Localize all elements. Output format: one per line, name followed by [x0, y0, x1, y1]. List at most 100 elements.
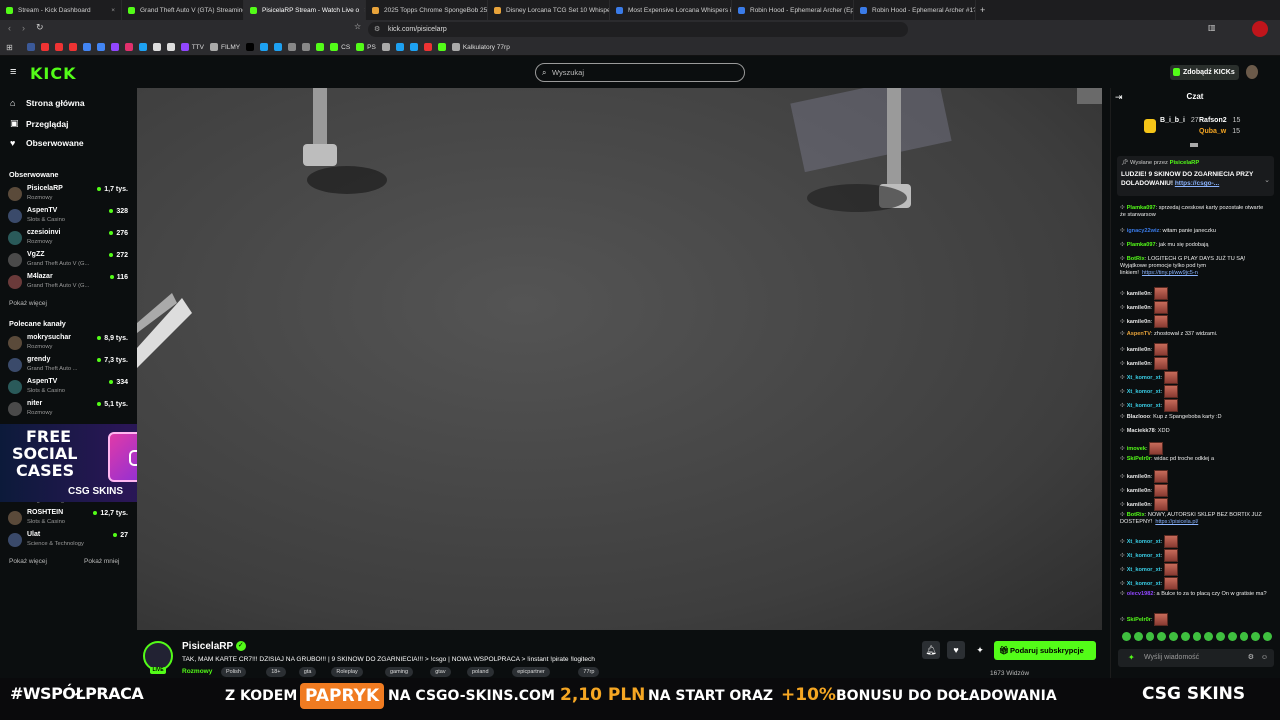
bookmark-item[interactable]: [260, 43, 269, 51]
bookmark-star-icon[interactable]: ☆: [354, 22, 361, 31]
chat-link[interactable]: https://tiny.pl/ww9jc5-n: [1142, 270, 1198, 276]
bookmark-item[interactable]: [96, 43, 105, 51]
quick-emote-icon[interactable]: [1216, 632, 1225, 641]
bookmark-item[interactable]: [26, 43, 35, 51]
top-gifter[interactable]: Quba_w 15: [1199, 128, 1240, 135]
stream-tag[interactable]: gta: [298, 667, 317, 677]
sidebar-channel[interactable]: PisicelaRP Rozmowy 1,7 tys.: [8, 185, 130, 205]
show-more-recommended[interactable]: Pokaż więcej: [9, 558, 47, 565]
stream-category[interactable]: Rozmowy: [182, 668, 212, 675]
chat-username[interactable]: Plamka097: [1127, 242, 1156, 248]
chat-username[interactable]: kamile0n: [1127, 474, 1151, 480]
nav-obserwowane[interactable]: ♥ Obserwowane: [10, 138, 84, 148]
stream-tag[interactable]: poland: [467, 667, 494, 677]
video-player[interactable]: [137, 88, 1102, 630]
expand-gifters-icon[interactable]: [1190, 143, 1198, 147]
sidebar-channel[interactable]: AspenTV Slots & Casino 328: [8, 207, 130, 227]
quick-emote-icon[interactable]: [1145, 632, 1155, 641]
browser-tab[interactable]: Robin Hood - Ephemeral Archer (Ep)×: [732, 0, 854, 20]
sidebar-toggle-icon[interactable]: ▥: [1208, 23, 1216, 32]
bookmark-item[interactable]: [409, 43, 418, 51]
show-less-recommended[interactable]: Pokaż mniej: [84, 558, 119, 565]
get-kicks-button[interactable]: Zdobądź KICKs: [1170, 65, 1239, 80]
chat-username[interactable]: Xt_komor_xt: [1127, 389, 1161, 395]
chat-username[interactable]: kamile0n: [1127, 361, 1151, 367]
chat-username[interactable]: Plamka097: [1127, 205, 1156, 211]
forward-icon[interactable]: ›: [22, 23, 25, 33]
menu-icon[interactable]: ≡: [10, 66, 16, 78]
top-gifter[interactable]: Rafson2 15: [1199, 117, 1240, 124]
stream-tag[interactable]: Roleplay: [331, 667, 363, 677]
bookmark-item[interactable]: [288, 43, 297, 51]
quick-emote-icon[interactable]: [1251, 632, 1261, 641]
user-avatar[interactable]: [1246, 65, 1258, 79]
chat-username[interactable]: AspenTV: [1127, 331, 1151, 337]
chat-username[interactable]: Xt_komor_xt: [1127, 375, 1161, 381]
quick-emote-icon[interactable]: [1263, 632, 1272, 641]
quick-emote-icon[interactable]: [1204, 632, 1214, 641]
profile-avatar[interactable]: [1252, 21, 1268, 37]
quick-emote-icon[interactable]: [1180, 632, 1190, 641]
sidebar-channel[interactable]: ROSHTEIN Slots & Casino 12,7 tys.: [8, 509, 130, 529]
site-info-icon[interactable]: ⚙: [374, 22, 380, 37]
new-tab-icon[interactable]: +: [980, 5, 985, 15]
bookmark-item[interactable]: [40, 43, 49, 51]
chat-username[interactable]: Blazlooo: [1127, 414, 1150, 420]
chat-username[interactable]: kamile0n: [1127, 305, 1151, 311]
chat-username[interactable]: ignacy22wiz: [1127, 228, 1160, 234]
browser-tab[interactable]: 2025 Topps Chrome SpongeBob 25th×: [366, 0, 488, 20]
browser-tab[interactable]: Grand Theft Auto V (GTA) Streaming×: [122, 0, 244, 20]
stream-tag[interactable]: epicpartner: [512, 667, 550, 677]
chat-username[interactable]: olecv1982: [1127, 591, 1154, 597]
quick-emote-icon[interactable]: [1133, 632, 1143, 641]
nav-przeglądaj[interactable]: ▣ Przeglądaj: [10, 118, 69, 129]
bookmark-item[interactable]: PS: [356, 43, 376, 51]
gift-icon[interactable]: ✦: [971, 641, 989, 659]
chevron-down-icon[interactable]: ⌄: [1264, 176, 1270, 184]
stream-tag[interactable]: Polish: [221, 667, 246, 677]
bookmark-item[interactable]: Kalkulatory 77rp: [451, 43, 510, 51]
bookmark-item[interactable]: [316, 43, 325, 51]
sidebar-channel[interactable]: Ulat Science & Technology 27: [8, 531, 130, 551]
stream-tag[interactable]: 18+: [266, 667, 286, 677]
browser-tab[interactable]: Robin Hood - Ephemeral Archer #1?×: [854, 0, 976, 20]
close-tab-icon[interactable]: ×: [111, 7, 115, 14]
bookmark-item[interactable]: [110, 43, 119, 51]
kick-logo[interactable]: KICK: [30, 64, 77, 83]
browser-tab[interactable]: PisicelaRP Stream - Watch Live o×: [244, 0, 366, 20]
sidebar-channel[interactable]: AspenTV Slots & Casino 334: [8, 378, 130, 398]
back-icon[interactable]: ‹: [8, 23, 11, 33]
nav-strona-główna[interactable]: ⌂ Strona główna: [10, 98, 85, 108]
url-field[interactable]: ⚙ kick.com/pisicelarp: [368, 22, 908, 37]
bookmark-item[interactable]: [152, 43, 161, 51]
sidebar-channel[interactable]: M4lazar Grand Theft Auto V (G... 116: [8, 273, 130, 293]
pinned-link[interactable]: https://csgo-...: [1175, 180, 1219, 187]
chat-settings-icon[interactable]: ⚙: [1248, 649, 1254, 667]
chat-username[interactable]: Maciekk78: [1127, 428, 1155, 434]
bookmark-item[interactable]: [124, 43, 133, 51]
sidebar-channel[interactable]: niter Rozmowy 5,1 tys.: [8, 400, 130, 420]
reload-icon[interactable]: ↻: [36, 22, 44, 33]
quick-emote-icon[interactable]: [1157, 632, 1167, 641]
chat-username[interactable]: kamile0n: [1127, 502, 1151, 508]
browser-tab[interactable]: Disney Lorcana TCG Set 10 Whispers×: [488, 0, 610, 20]
pinned-message[interactable]: 📌︎ Wysłane przez PisicelaRP LUDZIE! 9 SK…: [1117, 156, 1274, 196]
chat-username[interactable]: BotRix: [1127, 256, 1145, 262]
chat-username[interactable]: kamile0n: [1127, 347, 1151, 353]
apps-grid-icon[interactable]: ⊞: [6, 43, 13, 52]
stream-tag[interactable]: gaming: [385, 667, 414, 677]
bookmark-item[interactable]: [423, 43, 432, 51]
bookmark-item[interactable]: [82, 43, 91, 51]
bookmark-item[interactable]: [54, 43, 63, 51]
chat-username[interactable]: imovek: [1127, 446, 1146, 452]
quick-emote-icon[interactable]: [1192, 632, 1202, 641]
quick-emote-icon[interactable]: [1169, 632, 1178, 641]
bookmark-item[interactable]: CS: [330, 43, 350, 51]
bookmark-item[interactable]: [302, 43, 311, 51]
bookmark-item[interactable]: [381, 43, 390, 51]
bookmark-item[interactable]: FILMY: [209, 43, 240, 51]
sidebar-channel[interactable]: grendy Grand Theft Auto ... 7,3 tys.: [8, 356, 130, 376]
bookmark-item[interactable]: TTV: [180, 43, 204, 51]
top-gifter[interactable]: B_i_b_i 27: [1160, 117, 1199, 124]
search-input[interactable]: ⌕ Wyszukaj: [535, 63, 745, 82]
